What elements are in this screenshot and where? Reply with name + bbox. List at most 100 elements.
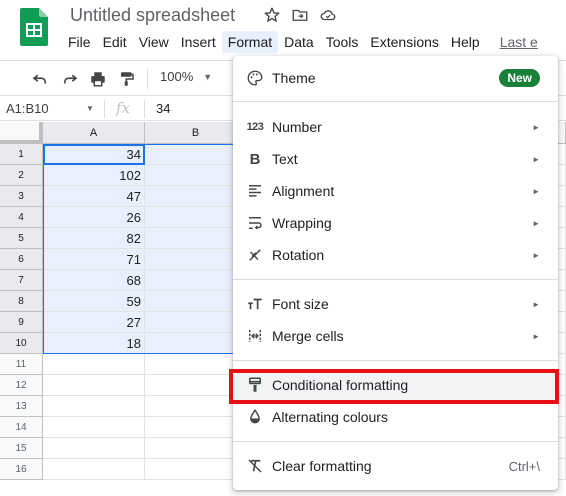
row-header[interactable]: 4 <box>0 207 43 228</box>
cell[interactable]: 27 <box>43 312 145 333</box>
submenu-arrow-icon: ► <box>532 154 540 164</box>
menu-item-clear-formatting[interactable]: Clear formatting Ctrl+\ <box>233 450 558 482</box>
menu-help[interactable]: Help <box>445 31 486 53</box>
menu-item-wrapping[interactable]: Wrapping ► <box>233 207 558 239</box>
menu-data[interactable]: Data <box>278 31 320 53</box>
cell[interactable]: 5 <box>145 186 247 207</box>
formula-input[interactable]: 34 <box>156 101 170 116</box>
shortcut-hint: Ctrl+\ <box>508 458 540 474</box>
menu-item-alternating-colours[interactable]: Alternating colours <box>233 401 558 433</box>
zoom-value: 100% <box>160 69 194 84</box>
menu-item-merge-cells[interactable]: Merge cells ► <box>233 320 558 352</box>
cell[interactable]: 5 <box>145 249 247 270</box>
formula-divider <box>144 100 145 118</box>
cell[interactable] <box>145 396 247 417</box>
star-icon[interactable] <box>263 6 281 24</box>
cell[interactable]: 3 <box>145 333 247 354</box>
row-header[interactable]: 12 <box>0 375 43 396</box>
cell[interactable] <box>43 459 145 480</box>
paint-format-icon[interactable] <box>117 69 137 89</box>
menu-item-text[interactable]: B Text ► <box>233 143 558 175</box>
row-header[interactable]: 2 <box>0 165 43 186</box>
menu-item-label: Conditional formatting <box>272 377 409 393</box>
cell[interactable]: 68 <box>43 270 145 291</box>
menu-item-rotation[interactable]: Rotation ► <box>233 239 558 271</box>
row-header[interactable]: 13 <box>0 396 43 417</box>
row-header[interactable]: 9 <box>0 312 43 333</box>
row-header[interactable]: 5 <box>0 228 43 249</box>
menu-item-alignment[interactable]: Alignment ► <box>233 175 558 207</box>
row-header[interactable]: 7 <box>0 270 43 291</box>
last-edit-link[interactable]: Last e <box>486 31 544 53</box>
menu-item-label: Clear formatting <box>272 458 372 474</box>
menu-format[interactable]: Format <box>221 31 279 53</box>
row-header[interactable]: 8 <box>0 291 43 312</box>
cell[interactable]: 82 <box>43 228 145 249</box>
menu-tools[interactable]: Tools <box>320 31 365 53</box>
cell[interactable] <box>145 438 247 459</box>
row-header[interactable]: 14 <box>0 417 43 438</box>
menu-item-number[interactable]: 123 Number ► <box>233 111 558 143</box>
menu-item-font-size[interactable]: Font size ► <box>233 288 558 320</box>
conditional-format-icon <box>245 375 265 395</box>
cell[interactable]: 7 <box>145 165 247 186</box>
cell[interactable] <box>145 417 247 438</box>
text-rotation-icon <box>245 245 265 265</box>
cell[interactable] <box>43 438 145 459</box>
select-all-corner[interactable] <box>0 122 43 144</box>
cell[interactable] <box>43 354 145 375</box>
document-title[interactable]: Untitled spreadsheet <box>70 5 235 26</box>
cell[interactable]: 6 <box>145 270 247 291</box>
cell[interactable]: 34 <box>43 144 145 165</box>
cell[interactable]: 4 <box>145 144 247 165</box>
row-header[interactable]: 3 <box>0 186 43 207</box>
menu-file[interactable]: File <box>62 31 97 53</box>
cell[interactable] <box>145 459 247 480</box>
column-header-a[interactable]: A <box>43 122 145 144</box>
undo-icon[interactable] <box>30 69 50 89</box>
menu-item-label: Number <box>272 119 322 135</box>
menu-item-label: Alternating colours <box>272 409 388 425</box>
menu-item-theme[interactable]: Theme New <box>233 62 558 94</box>
name-box-dropdown-icon[interactable]: ▼ <box>86 104 94 113</box>
cell[interactable]: 47 <box>43 186 145 207</box>
cell[interactable] <box>43 396 145 417</box>
row-header[interactable]: 16 <box>0 459 43 480</box>
row-header[interactable]: 1 <box>0 144 43 165</box>
cell[interactable] <box>43 375 145 396</box>
row-header[interactable]: 15 <box>0 438 43 459</box>
cell[interactable] <box>43 417 145 438</box>
cell[interactable]: 9 <box>145 207 247 228</box>
column-header-b[interactable]: B <box>145 122 247 144</box>
cell[interactable]: 71 <box>43 249 145 270</box>
cell[interactable]: 4 <box>145 291 247 312</box>
cloud-status-icon[interactable] <box>319 6 337 24</box>
cell[interactable]: 102 <box>43 165 145 186</box>
redo-icon[interactable] <box>60 69 80 89</box>
menu-divider <box>233 279 558 280</box>
row-header[interactable]: 6 <box>0 249 43 270</box>
cell[interactable] <box>145 375 247 396</box>
sheets-logo[interactable] <box>20 8 48 46</box>
name-box[interactable]: A1:B10 <box>6 101 49 116</box>
cell[interactable]: 26 <box>43 207 145 228</box>
row-header[interactable]: 10 <box>0 333 43 354</box>
cell[interactable] <box>145 354 247 375</box>
font-size-icon <box>245 294 265 314</box>
menu-item-conditional-formatting[interactable]: Conditional formatting <box>233 369 558 401</box>
cell[interactable]: 8 <box>145 312 247 333</box>
cell[interactable]: 1 <box>145 228 247 249</box>
print-icon[interactable] <box>88 69 108 89</box>
menu-extensions[interactable]: Extensions <box>364 31 444 53</box>
menu-edit[interactable]: Edit <box>97 31 133 53</box>
row-header[interactable]: 11 <box>0 354 43 375</box>
submenu-arrow-icon: ► <box>532 331 540 341</box>
menu-insert[interactable]: Insert <box>175 31 222 53</box>
zoom-select[interactable]: 100% ▼ <box>160 69 212 84</box>
move-to-folder-icon[interactable] <box>291 6 309 24</box>
cell[interactable]: 18 <box>43 333 145 354</box>
cell[interactable]: 59 <box>43 291 145 312</box>
fill-drip-icon <box>245 407 265 427</box>
menu-view[interactable]: View <box>133 31 175 53</box>
submenu-arrow-icon: ► <box>532 186 540 196</box>
